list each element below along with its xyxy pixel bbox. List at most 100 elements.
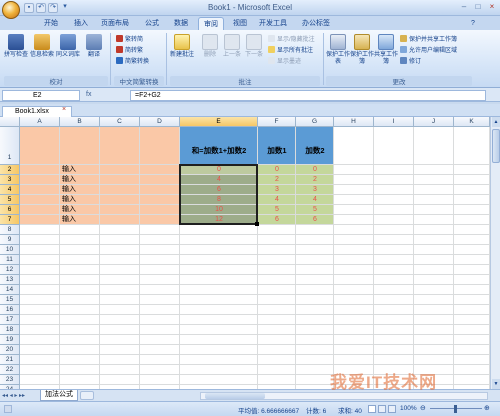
row-header[interactable]: 4 xyxy=(0,185,20,195)
input-label[interactable]: 输入 xyxy=(54,175,84,185)
minimize-button[interactable]: – xyxy=(458,2,470,13)
column-header[interactable]: E xyxy=(180,117,258,127)
column-header[interactable]: A xyxy=(20,117,60,127)
show-all-comments-button[interactable]: 显示所有批注 xyxy=(268,46,313,55)
close-button[interactable]: × xyxy=(486,2,498,13)
row-header[interactable]: 8 xyxy=(0,225,20,235)
tab-page-layout[interactable]: 页面布局 xyxy=(100,17,130,30)
allow-edit-ranges-button[interactable]: 允许用户编辑区域 xyxy=(400,46,457,55)
tab-review[interactable]: 审阅 xyxy=(198,17,224,30)
horizontal-scrollbar[interactable] xyxy=(200,392,488,400)
simp-to-trad-button[interactable]: 简转繁 xyxy=(116,46,143,55)
row-header[interactable]: 11 xyxy=(0,255,20,265)
row-header[interactable]: 16 xyxy=(0,305,20,315)
input-label[interactable]: 输入 xyxy=(54,215,84,225)
row-header[interactable]: 3 xyxy=(0,175,20,185)
next-comment-button[interactable]: 下一条 xyxy=(242,34,266,59)
column-header[interactable]: G xyxy=(296,117,334,127)
value-cell-g[interactable]: 3 xyxy=(296,185,334,195)
row-header[interactable]: 15 xyxy=(0,295,20,305)
show-hide-comment-button[interactable]: 显示/隐藏批注 xyxy=(268,35,315,44)
row-header[interactable]: 22 xyxy=(0,365,20,375)
sheet-tab[interactable]: 加法公式 xyxy=(40,390,78,401)
value-cell-g[interactable]: 5 xyxy=(296,205,334,215)
header-text-e[interactable]: 和=加数1+加数2 xyxy=(180,145,258,157)
insert-sheet-icon[interactable] xyxy=(80,391,94,400)
zoom-slider-thumb[interactable] xyxy=(454,405,457,413)
chinese-convert-button[interactable]: 简繁转换 xyxy=(116,57,149,66)
value-cell-f[interactable]: 4 xyxy=(258,195,296,205)
row-header[interactable]: 2 xyxy=(0,165,20,175)
zoom-in-icon[interactable]: ⊕ xyxy=(484,404,490,412)
input-label[interactable]: 输入 xyxy=(54,195,84,205)
vertical-scroll-thumb[interactable] xyxy=(492,129,500,163)
scroll-up-icon[interactable]: ▲ xyxy=(492,117,500,127)
header-text-f[interactable]: 加数1 xyxy=(258,145,296,157)
delete-comment-button[interactable]: 删除 xyxy=(198,34,222,59)
row-header[interactable]: 18 xyxy=(0,325,20,335)
value-cell-g[interactable]: 6 xyxy=(296,215,334,225)
row-header[interactable]: 5 xyxy=(0,195,20,205)
tab-data[interactable]: 数据 xyxy=(170,17,192,30)
show-ink-button[interactable]: 显示墨迹 xyxy=(268,57,301,66)
value-cell-f[interactable]: 5 xyxy=(258,205,296,215)
row-header[interactable]: 12 xyxy=(0,265,20,275)
row-header[interactable]: 13 xyxy=(0,275,20,285)
formula-input[interactable]: =F2+G2 xyxy=(130,90,486,101)
track-changes-button[interactable]: 修订 xyxy=(400,57,421,66)
office-button[interactable] xyxy=(2,1,20,19)
row-header[interactable]: 20 xyxy=(0,345,20,355)
translate-button[interactable]: 翻译 xyxy=(82,34,106,59)
research-button[interactable]: 信息检索 xyxy=(30,34,54,59)
column-header[interactable]: J xyxy=(414,117,454,127)
row-header[interactable]: 9 xyxy=(0,235,20,245)
column-header[interactable]: D xyxy=(140,117,180,127)
tab-view[interactable]: 视图 xyxy=(230,17,250,30)
undo-icon[interactable]: ↶ xyxy=(36,3,46,13)
row-header[interactable]: 19 xyxy=(0,335,20,345)
page-layout-view-icon[interactable] xyxy=(378,405,386,413)
row-header[interactable]: 21 xyxy=(0,355,20,365)
input-label[interactable]: 输入 xyxy=(54,205,84,215)
sheet-nav-icon[interactable]: ◂◂ ◂ ▸ ▸▸ xyxy=(2,392,25,399)
qat-dropdown-icon[interactable]: ▾ xyxy=(60,3,70,13)
fill-handle[interactable] xyxy=(255,222,259,226)
zoom-out-icon[interactable]: ⊖ xyxy=(420,404,426,412)
previous-comment-button[interactable]: 上一条 xyxy=(220,34,244,59)
value-cell-g[interactable]: 0 xyxy=(296,165,334,175)
column-header[interactable]: K xyxy=(454,117,490,127)
column-header[interactable]: H xyxy=(334,117,374,127)
tab-formulas[interactable]: 公式 xyxy=(142,17,162,30)
input-label[interactable]: 输入 xyxy=(54,185,84,195)
insert-function-button[interactable]: fx xyxy=(86,90,126,101)
trad-to-simp-button[interactable]: 繁转简 xyxy=(116,35,143,44)
row-header[interactable]: 7 xyxy=(0,215,20,225)
tab-developer[interactable]: 开发工具 xyxy=(258,17,288,30)
header-text-g[interactable]: 加数2 xyxy=(296,145,334,157)
row-header[interactable]: 1 xyxy=(0,127,20,165)
new-comment-button[interactable]: 新建批注 xyxy=(168,34,196,59)
help-icon[interactable]: ? xyxy=(468,17,478,30)
value-cell-g[interactable]: 2 xyxy=(296,175,334,185)
thesaurus-button[interactable]: 同义词库 xyxy=(56,34,80,59)
name-box[interactable]: E2 xyxy=(2,90,80,101)
input-label[interactable]: 输入 xyxy=(54,165,84,175)
input-label-area[interactable] xyxy=(20,127,180,225)
value-cell-f[interactable]: 0 xyxy=(258,165,296,175)
macro-record-icon[interactable] xyxy=(4,405,12,413)
value-cell-f[interactable]: 6 xyxy=(258,215,296,225)
close-doc-icon[interactable]: × xyxy=(62,106,66,113)
zoom-level[interactable]: 100% xyxy=(400,405,417,412)
scroll-down-icon[interactable]: ▼ xyxy=(492,379,500,389)
tab-insert[interactable]: 插入 xyxy=(72,17,90,30)
save-icon[interactable]: ▪ xyxy=(24,3,34,13)
redo-icon[interactable]: ↷ xyxy=(48,3,58,13)
value-cell-f[interactable]: 2 xyxy=(258,175,296,185)
normal-view-icon[interactable] xyxy=(368,405,376,413)
worksheet-grid[interactable]: A B C D E F G H I J K 1 2 3 4 5 6 7 8 9 10 11 12 13 14 15 16 17 18 19… xyxy=(0,117,490,405)
column-header[interactable]: I xyxy=(374,117,414,127)
row-header[interactable]: 14 xyxy=(0,285,20,295)
protect-share-workbook-button[interactable]: 保护并共享工作簿 xyxy=(400,35,457,44)
vertical-scrollbar[interactable]: ▲ ▼ xyxy=(490,117,500,389)
row-header[interactable]: 6 xyxy=(0,205,20,215)
